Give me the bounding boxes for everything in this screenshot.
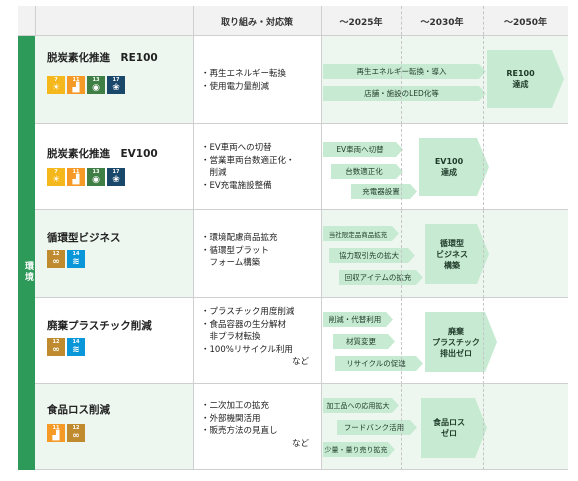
measure-item: ・外部機関活用 [201,413,261,424]
table-row: 食品ロス削減 11 ▟ 12 ∞ ・二次加工の拡充 ・外部機関活用 ・販売方法の見直… [35,384,568,470]
sdg-badge: 7 ☀ [47,168,65,186]
sdg-icons: 12 ∞ 14 ≋ [47,250,85,268]
eye-globe-icon: ◉ [92,83,100,93]
infinity-icon: ∞ [52,345,60,355]
measures-list: ・EV車両への切替 ・営業車両台数適正化・ 削減 ・EV充電施設整備 [201,142,317,192]
flower-icon: ❀ [112,83,120,93]
sdg-badge: 11 ▟ [47,424,65,442]
city-icon: ▟ [72,83,80,93]
measure-item: ・使用電力量削減 [201,81,270,92]
sdg-badge: 12 ∞ [47,250,65,268]
infinity-icon: ∞ [52,257,60,267]
sdg-badge: 17 ❀ [107,76,125,94]
action-arrow: フードバンク活用 [337,420,417,435]
measures-list: ・再生エネルギー転換 ・使用電力量削減 [201,68,317,93]
row-title: 廃棄プラスチック削減 [47,320,152,332]
measure-item: フォーム構築 [201,258,261,268]
fish-icon: ≋ [72,345,80,355]
city-icon: ▟ [52,431,60,441]
sdg-badge: 13 ◉ [87,76,105,94]
sdg-badge: 14 ≋ [67,250,85,268]
action-arrow: 協力取引先の拡大 [329,248,415,263]
sdg-badge: 12 ∞ [47,338,65,356]
sdg-badge: 11 ▟ [67,168,85,186]
row-title: 循環型ビジネス [47,232,121,244]
action-arrow: 材質変更 [333,334,395,349]
measure-item: 削減 [201,168,227,178]
header-2050: ～2050年 [503,17,548,28]
table-row: 廃棄プラスチック削減 12 ∞ 14 ≋ ・プラスチック用度削減 ・食品容器の生分解… [35,298,568,384]
sdg-badge: 17 ❀ [107,168,125,186]
measure-etc: など [291,357,309,367]
sdg-icons: 7 ☀ 11 ▟ 13 ◉ 17 ❀ [47,76,125,94]
measures-list: ・二次加工の拡充 ・外部機関活用 ・販売方法の見直し など [201,400,317,450]
sdg-icons: 12 ∞ 14 ≋ [47,338,85,356]
goal-arrow: 循環型 ビジネス 構築 [425,224,489,284]
sdg-badge: 7 ☀ [47,76,65,94]
measure-etc: など [291,438,309,449]
measure-item: ・EV車両への切替 [201,143,272,153]
table-row: 脱炭素化推進 RE100 7 ☀ 11 ▟ 13 ◉ 17 ❀ ・再生エネルギー転換 ・… [35,36,568,124]
goal-arrow: EV100 達成 [419,138,489,196]
city-icon: ▟ [72,175,80,185]
header-2030: ～2030年 [420,17,464,28]
measures-list: ・プラスチック用度削減 ・食品容器の生分解材 非プラ材転換 ・100%リサイクル… [201,306,317,369]
sdg-badge: 13 ◉ [87,168,105,186]
category-label: 環境 [23,261,33,283]
action-arrow: 店舗・施設のLED化等 [323,86,486,101]
sdg-badge: 12 ∞ [67,424,85,442]
measure-item: 非プラ材転換 [201,332,261,342]
measure-item: ・食品容器の生分解材 [201,319,287,330]
action-arrow: 削減・代替利用 [323,312,393,327]
measure-item: ・環境配慮商品拡充 [201,233,278,243]
action-arrow: 加工品への応用拡大 [323,398,399,413]
measure-item: ・100%リサイクル利用 [201,344,293,355]
sdg-badge: 14 ≋ [67,338,85,356]
fish-icon: ≋ [72,257,80,267]
action-arrow: リサイクルの促進 [335,356,423,371]
row-title: 脱炭素化推進 RE100 [47,52,158,64]
action-arrow: 再生エネルギー転換・導入 [323,64,486,79]
table-row: 脱炭素化推進 EV100 7 ☀ 11 ▟ 13 ◉ 17 ❀ ・EV車両への切替 ・営… [35,124,568,210]
goal-arrow: 廃棄 プラスチック 排出ゼロ [425,312,497,372]
action-arrow: EV車両へ切替 [323,142,403,157]
action-arrow: 台数適正化 [331,164,403,179]
measure-item: ・販売方法の見直し [201,426,278,436]
goal-arrow: RE100 達成 [487,50,564,108]
header-measures: 取り組み・対応策 [220,17,293,28]
measure-item: ・営業車両台数適正化・ [201,155,295,166]
sdg-icons: 7 ☀ 11 ▟ 13 ◉ 17 ❀ [47,168,125,186]
measure-item: ・再生エネルギー転換 [201,69,287,79]
infinity-icon: ∞ [72,431,80,441]
action-arrow: 回収アイテムの拡充 [339,270,423,285]
sun-icon: ☀ [51,83,61,93]
action-arrow: 充電器設置 [351,184,417,199]
measure-item: ・EV充電施設整備 [201,180,272,191]
action-arrow: 当社限定品商品拡充 [323,226,399,241]
measure-item: ・循環型プラット [201,245,270,256]
flower-icon: ❀ [112,175,120,185]
sdg-icons: 11 ▟ 12 ∞ [47,424,85,442]
row-title: 食品ロス削減 [47,404,110,416]
eye-globe-icon: ◉ [92,175,100,185]
table-row: 循環型ビジネス 12 ∞ 14 ≋ ・環境配慮商品拡充 ・循環型プラット フォーム構… [35,210,568,298]
goal-arrow: 食品ロス ゼロ [421,398,487,458]
action-arrow: 少量・量り売り拡充 [323,442,395,457]
table-header: 取り組み・対応策 ～2025年 ～2030年 ～2050年 [18,6,568,36]
category-side-bar: 環境 [18,36,35,470]
sdg-badge: 11 ▟ [67,76,85,94]
measure-item: ・プラスチック用度削減 [201,307,295,317]
sun-icon: ☀ [51,175,61,185]
measure-item: ・二次加工の拡充 [201,401,270,411]
row-title: 脱炭素化推進 EV100 [47,148,158,160]
header-2025: ～2025年 [339,17,383,28]
roadmap-table: 取り組み・対応策 ～2025年 ～2030年 ～2050年 環境 脱炭素化推進 … [18,6,568,470]
measures-list: ・環境配慮商品拡充 ・循環型プラット フォーム構築 [201,232,317,270]
